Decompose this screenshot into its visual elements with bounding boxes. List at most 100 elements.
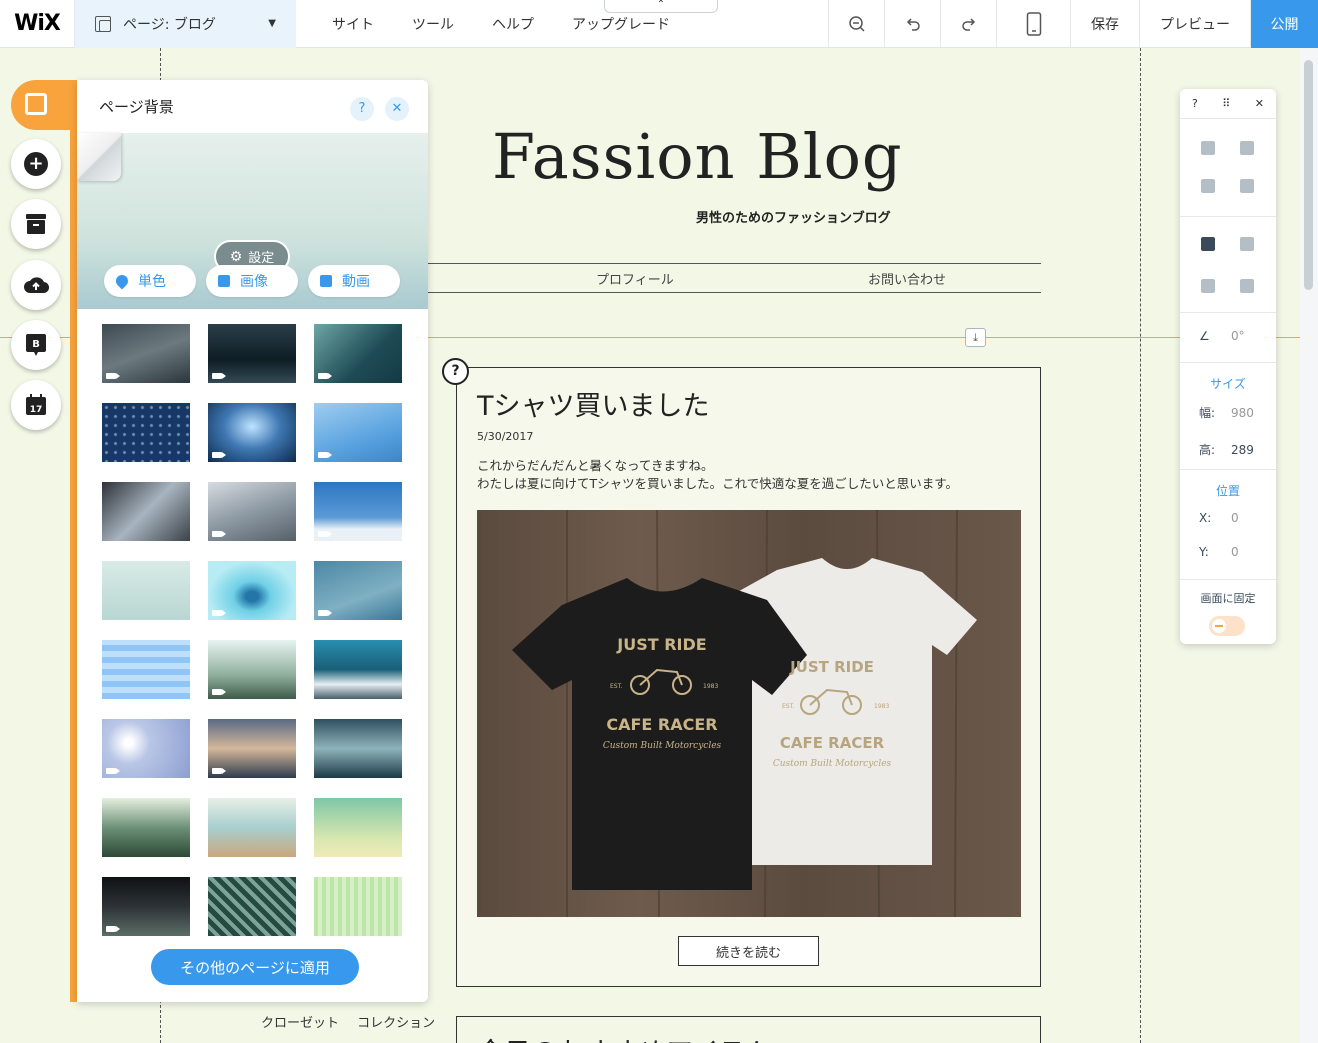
background-thumbnail[interactable] xyxy=(314,719,402,778)
background-thumbnail[interactable] xyxy=(208,561,296,620)
distribute-icon[interactable] xyxy=(1201,279,1215,293)
read-more-button[interactable]: 続きを読む xyxy=(678,936,819,966)
background-thumbnail[interactable] xyxy=(102,324,190,383)
background-thumbnail[interactable] xyxy=(208,719,296,778)
panel-help-button[interactable]: ? xyxy=(350,97,374,121)
page-selector[interactable]: ページ: ブログ ▼ xyxy=(75,0,296,48)
video-icon xyxy=(212,768,226,774)
apply-to-other-pages-button[interactable]: その他のページに適用 xyxy=(151,949,359,985)
collapse-toolbar-tab[interactable]: ⌃ xyxy=(604,0,718,13)
copy-icon[interactable] xyxy=(1201,179,1215,193)
duplicate-icon[interactable] xyxy=(1201,141,1215,155)
background-thumbnail[interactable] xyxy=(314,403,402,462)
background-thumbnail[interactable] xyxy=(208,798,296,857)
blog-post-2[interactable]: 今日のおすすめアイテム xyxy=(456,1016,1041,1043)
background-thumbnail[interactable] xyxy=(208,640,296,699)
preview-button[interactable]: プレビュー xyxy=(1139,0,1250,48)
mobile-icon xyxy=(1026,12,1041,36)
undo-button[interactable] xyxy=(884,0,940,48)
background-thumbnail[interactable] xyxy=(208,324,296,383)
color-type-button[interactable]: 単色 xyxy=(104,265,196,297)
scrollbar-thumb[interactable] xyxy=(1304,60,1313,290)
nav-item-contact[interactable]: お問い合わせ xyxy=(868,269,946,288)
angle-icon: ∠ xyxy=(1199,329,1210,343)
inspector-help-button[interactable]: ? xyxy=(1192,97,1198,110)
panel-header: ページ背景 ? ✕ xyxy=(77,80,428,133)
background-thumbnail[interactable] xyxy=(208,877,296,936)
rail-blog-button[interactable]: B xyxy=(11,320,61,370)
drag-handle-icon[interactable]: ⠿ xyxy=(1222,97,1230,110)
y-input[interactable]: 0 xyxy=(1231,545,1239,559)
width-input[interactable]: 980 xyxy=(1231,406,1254,420)
site-title[interactable]: Fassion Blog xyxy=(492,120,903,193)
background-thumbnail[interactable] xyxy=(102,640,190,699)
post-title: Tシャツ買いました xyxy=(477,391,710,422)
background-thumbnail[interactable] xyxy=(314,640,402,699)
y-row: Y: 0 xyxy=(1180,545,1276,559)
site-subtitle[interactable]: 男性のためのファッションブログ xyxy=(696,207,891,226)
size-section: サイズ 幅: 980 高: 289 xyxy=(1180,363,1276,470)
panel-close-button[interactable]: ✕ xyxy=(385,97,409,121)
rail-bookings-button[interactable]: 17 xyxy=(11,380,61,430)
background-thumbnail[interactable] xyxy=(314,561,402,620)
delete-icon[interactable] xyxy=(1240,179,1254,193)
save-button[interactable]: 保存 xyxy=(1070,0,1139,48)
nav-item-profile[interactable]: プロフィール xyxy=(596,269,674,288)
post-body-line: わたしは夏に向けてTシャツを買いました。これで快適な夏を過ごしたいと思います。 xyxy=(477,476,959,491)
mobile-view-button[interactable] xyxy=(996,0,1070,48)
height-input[interactable]: 289 xyxy=(1231,443,1254,457)
help-icon[interactable]: ? xyxy=(442,358,469,385)
background-thumbnail[interactable] xyxy=(314,877,402,936)
background-thumbnail[interactable] xyxy=(102,877,190,936)
align-icon[interactable] xyxy=(1240,237,1254,251)
download-icon[interactable]: ⤓ xyxy=(965,328,986,347)
background-thumbnail[interactable] xyxy=(208,482,296,541)
canvas-scrollbar[interactable] xyxy=(1300,48,1318,1043)
rotate-section: ∠ 0° xyxy=(1180,313,1276,363)
menu-help[interactable]: ヘルプ xyxy=(492,14,534,34)
inspector-close-button[interactable]: ✕ xyxy=(1255,97,1264,110)
redo-icon xyxy=(961,18,975,31)
nav-top-line xyxy=(428,263,1041,264)
panel-title: ページ背景 xyxy=(99,98,174,116)
footer-link-collection[interactable]: コレクション xyxy=(357,1016,435,1031)
match-size-icon[interactable] xyxy=(1240,279,1254,293)
rail-upload-button[interactable] xyxy=(11,260,61,310)
background-thumbnail[interactable] xyxy=(102,482,190,541)
background-thumbnail[interactable] xyxy=(314,324,402,383)
rail-add-button[interactable]: + xyxy=(11,139,61,189)
blog-post[interactable]: Tシャツ買いました 5/30/2017 これからだんだんと暑くなってきますね。 … xyxy=(456,367,1041,987)
background-thumbnail[interactable] xyxy=(102,798,190,857)
publish-button[interactable]: 公開 xyxy=(1250,0,1318,48)
footer-link-closet[interactable]: クローゼット xyxy=(261,1016,339,1031)
color-drop-icon xyxy=(113,272,131,290)
image-type-button[interactable]: 画像 xyxy=(206,265,298,297)
video-type-button[interactable]: 動画 xyxy=(308,265,400,297)
x-input[interactable]: 0 xyxy=(1231,511,1239,525)
background-thumbnail[interactable] xyxy=(102,719,190,778)
post-date: 5/30/2017 xyxy=(477,430,534,443)
rail-apps-button[interactable] xyxy=(11,199,61,249)
angle-value[interactable]: 0° xyxy=(1231,329,1245,343)
arrange-icon[interactable] xyxy=(1201,237,1215,251)
paste-icon[interactable] xyxy=(1240,141,1254,155)
video-icon xyxy=(320,275,332,287)
background-thumbnail[interactable] xyxy=(314,798,402,857)
zoom-button[interactable] xyxy=(828,0,884,48)
background-thumbnail[interactable] xyxy=(314,482,402,541)
wix-logo[interactable]: WiX xyxy=(0,0,75,48)
background-thumbnail[interactable] xyxy=(208,403,296,462)
rotate-row: ∠ 0° xyxy=(1180,313,1276,343)
pin-toggle[interactable] xyxy=(1209,616,1245,636)
x-label: X: xyxy=(1199,511,1212,525)
zoom-out-icon xyxy=(848,16,865,32)
post-body-line: これからだんだんと暑くなってきますね。 xyxy=(477,458,714,473)
menu-upgrade[interactable]: アップグレード xyxy=(572,14,670,34)
post-body: これからだんだんと暑くなってきますね。 わたしは夏に向けてTシャツを買いました。… xyxy=(477,457,958,493)
menu-tools[interactable]: ツール xyxy=(412,14,454,34)
menu-site[interactable]: サイト xyxy=(332,14,374,34)
background-thumbnail[interactable] xyxy=(102,403,190,462)
background-thumbnail[interactable] xyxy=(102,561,190,620)
plus-icon: + xyxy=(24,152,48,176)
redo-button[interactable] xyxy=(940,0,996,48)
